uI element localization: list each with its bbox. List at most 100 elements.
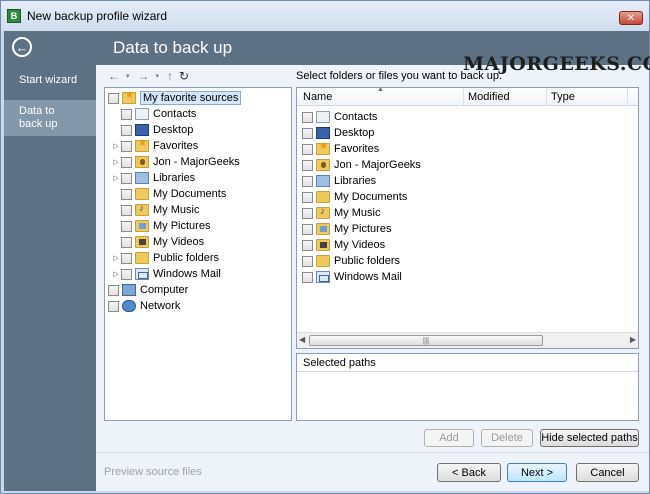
scroll-left-icon[interactable]: ◀ [299, 335, 305, 344]
expand-arrow-icon[interactable]: ▷ [111, 174, 121, 182]
column-divider[interactable] [546, 88, 547, 106]
expand-arrow-icon[interactable]: ▷ [111, 142, 121, 150]
nav-forward-icon[interactable]: → [138, 69, 150, 83]
tree-item[interactable]: ▷ Jon - MajorGeeks [111, 154, 240, 170]
nav-forward-dropdown-icon[interactable]: ▾ [156, 72, 160, 80]
pictures-folder-icon [316, 223, 330, 235]
folder-tree[interactable]: My favorite sources Contacts Desktop ▷ F… [104, 87, 292, 421]
tree-item[interactable]: ▷ Libraries [111, 170, 195, 186]
list-item[interactable]: My Videos [302, 237, 385, 253]
checkbox[interactable] [302, 207, 313, 219]
checkbox[interactable] [302, 255, 313, 267]
tree-item[interactable]: My Music [111, 202, 199, 218]
scrollbar-thumb[interactable]: ||| [309, 335, 543, 346]
list-item[interactable]: Favorites [302, 141, 379, 157]
column-divider[interactable] [627, 88, 628, 106]
list-item[interactable]: My Music [302, 205, 380, 221]
tree-item[interactable]: ▷ Favorites [111, 138, 198, 154]
list-item[interactable]: Jon - MajorGeeks [302, 157, 421, 173]
selected-paths-panel[interactable]: Selected paths [296, 353, 639, 421]
user-folder-icon [316, 159, 330, 171]
mail-icon [135, 268, 149, 280]
tree-item[interactable]: My Videos [111, 234, 204, 250]
checkbox[interactable] [121, 140, 132, 152]
checkbox[interactable] [121, 204, 132, 216]
checkbox[interactable] [121, 172, 132, 184]
tree-item[interactable]: My Documents [111, 186, 226, 202]
checkbox[interactable] [121, 220, 132, 232]
column-header-modified[interactable]: Modified [468, 91, 510, 103]
next-button[interactable]: Next > [507, 463, 567, 482]
checkbox[interactable] [108, 92, 119, 104]
refresh-icon[interactable]: ↻ [179, 69, 189, 83]
column-divider[interactable] [463, 88, 464, 106]
checkbox[interactable] [121, 252, 132, 264]
back-button[interactable]: < Back [437, 463, 501, 482]
favorites-icon [316, 141, 330, 155]
scroll-right-icon[interactable]: ▶ [630, 335, 636, 344]
checkbox[interactable] [302, 191, 313, 203]
tree-label: Computer [140, 284, 189, 296]
tree-root-favorite-sources[interactable]: My favorite sources [108, 90, 242, 106]
app-icon: B [7, 9, 21, 23]
checkbox[interactable] [108, 300, 119, 312]
nav-back-dropdown-icon[interactable]: ▾ [126, 72, 130, 80]
hide-selected-paths-button[interactable]: Hide selected paths [540, 429, 639, 447]
nav-back-icon[interactable]: ← [108, 69, 120, 83]
back-arrow-icon[interactable]: ← [12, 37, 32, 57]
add-button[interactable]: Add [424, 429, 474, 447]
tree-item[interactable]: Contacts [111, 106, 196, 122]
tree-label: Contacts [153, 108, 197, 120]
list-item[interactable]: Desktop [302, 125, 374, 141]
contacts-icon [135, 108, 149, 120]
column-header-type[interactable]: Type [551, 91, 575, 103]
list-item-label: Desktop [334, 127, 375, 139]
checkbox[interactable] [121, 124, 132, 136]
nav-up-icon[interactable]: ↑ [167, 69, 173, 83]
expand-arrow-icon[interactable]: ▷ [111, 254, 121, 262]
tree-item[interactable]: My Pictures [111, 218, 210, 234]
tree-item-computer[interactable]: Computer [108, 282, 188, 298]
list-item[interactable]: My Documents [302, 189, 407, 205]
list-item[interactable]: Libraries [302, 173, 376, 189]
list-item-label: My Documents [334, 191, 408, 203]
list-item[interactable]: Public folders [302, 253, 400, 269]
list-item[interactable]: Contacts [302, 109, 377, 125]
tree-item[interactable]: Desktop [111, 122, 193, 138]
tree-label: Jon - MajorGeeks [153, 156, 240, 168]
checkbox[interactable] [121, 156, 132, 168]
checkbox[interactable] [302, 127, 313, 139]
checkbox[interactable] [121, 108, 132, 120]
close-button[interactable]: ✕ [619, 11, 643, 25]
sidebar-item-start-wizard[interactable]: Start wizard [4, 74, 96, 94]
checkbox[interactable] [108, 284, 119, 296]
tree-item[interactable]: ▷ Windows Mail [111, 266, 221, 282]
column-header-name[interactable]: Name [303, 91, 332, 103]
tree-item-network[interactable]: Network [108, 298, 180, 314]
mail-icon [316, 271, 330, 283]
horizontal-scrollbar[interactable]: ◀ ||| ▶ [297, 332, 638, 348]
preview-source-files-link[interactable]: Preview source files [104, 466, 202, 478]
checkbox[interactable] [302, 111, 313, 123]
checkbox[interactable] [302, 143, 313, 155]
cancel-button[interactable]: Cancel [576, 463, 639, 482]
expand-arrow-icon[interactable]: ▷ [111, 158, 121, 166]
checkbox[interactable] [302, 175, 313, 187]
tree-label: My Music [153, 204, 200, 216]
expand-arrow-icon[interactable]: ▷ [111, 270, 121, 278]
checkbox[interactable] [302, 159, 313, 171]
checkbox[interactable] [302, 271, 313, 283]
checkbox[interactable] [121, 188, 132, 200]
checkbox[interactable] [302, 223, 313, 235]
window-title: New backup profile wizard [27, 9, 168, 23]
list-item[interactable]: Windows Mail [302, 269, 402, 285]
file-list[interactable]: Name ▲ Modified Type Contacts Desktop ★ … [296, 87, 639, 349]
checkbox[interactable] [121, 236, 132, 248]
checkbox[interactable] [302, 239, 313, 251]
delete-button[interactable]: Delete [481, 429, 533, 447]
list-item[interactable]: My Pictures [302, 221, 391, 237]
checkbox[interactable] [121, 268, 132, 280]
tree-label: Libraries [153, 172, 196, 184]
tree-item[interactable]: ▷ Public folders [111, 250, 219, 266]
sidebar-item-data-to-back-up[interactable]: Data to back up [4, 100, 96, 136]
